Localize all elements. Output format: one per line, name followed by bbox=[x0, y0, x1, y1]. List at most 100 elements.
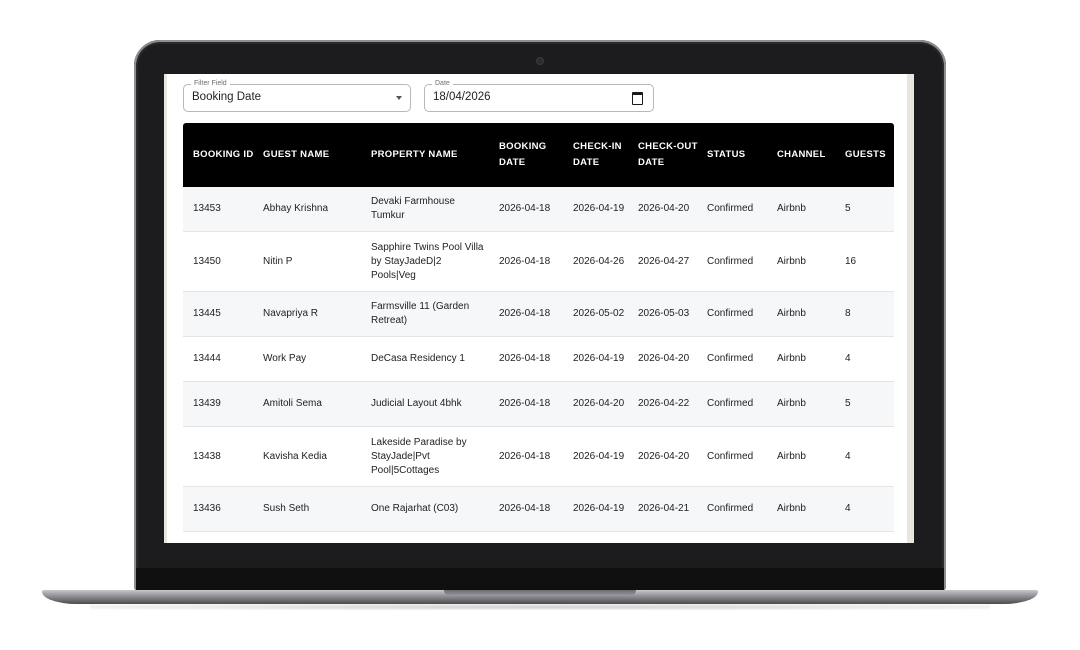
cell-status: Confirmed bbox=[707, 503, 754, 514]
column-header-channel[interactable]: CHANNEL bbox=[777, 123, 839, 187]
cell-booking-date: 2026-04-18 bbox=[499, 532, 563, 543]
cell-check-out-date: 2026-04-27 bbox=[638, 255, 690, 267]
laptop-screen: Filter Field Booking Date Date 18/04/202… bbox=[164, 74, 914, 543]
cell-guests: 5 bbox=[845, 398, 851, 409]
table-row[interactable]: 13444 Work Pay DeCasa Residency 1 2026-0… bbox=[183, 337, 894, 382]
cell-property-name: DeCasa Residency 1 bbox=[371, 353, 465, 364]
cell-guest-name bbox=[263, 532, 363, 543]
cell-booking-id bbox=[193, 532, 255, 543]
column-header-guests[interactable]: GUESTS bbox=[845, 123, 893, 187]
cell-guest-name: Nitin P bbox=[263, 255, 293, 267]
cell-status: Confirmed bbox=[707, 308, 754, 319]
cell-channel: Airbnb bbox=[777, 353, 806, 364]
cell-guests bbox=[845, 532, 893, 543]
cell-guest-name: Amitoli Sema bbox=[263, 398, 322, 409]
cell-status: Confirmed bbox=[707, 450, 754, 462]
column-header-status[interactable]: STATUS bbox=[707, 123, 773, 187]
cell-status: Confirmed bbox=[707, 255, 754, 267]
cell-property-name: One Rajarhat (C03) bbox=[371, 503, 459, 514]
cell-booking-date: 2026-04-18 bbox=[499, 353, 551, 364]
cell-check-out-date: 2026-04-21 bbox=[638, 503, 690, 514]
cell-guest-name: Sush Seth bbox=[263, 503, 310, 514]
camera-icon bbox=[537, 58, 543, 64]
cell-check-out-date: 2026-04-20 bbox=[638, 353, 690, 364]
bookings-table: BOOKING ID GUEST NAME PROPERTY NAME BOOK… bbox=[183, 123, 894, 543]
cell-property-name: Farmsville 11 (Garden Retreat) bbox=[371, 301, 470, 326]
cell-check-in-date: 2026-04-19 bbox=[573, 503, 625, 514]
column-header-guest-name[interactable]: GUEST NAME bbox=[263, 123, 363, 187]
cell-channel: Airbnb bbox=[777, 203, 806, 214]
cell-booking-id: 13444 bbox=[193, 353, 221, 364]
cell-booking-id: 13436 bbox=[193, 503, 221, 514]
cell-booking-id: 13450 bbox=[193, 255, 221, 267]
column-header-booking-date[interactable]: BOOKING DATE bbox=[499, 123, 563, 187]
filter-field-label: Filter Field bbox=[191, 78, 230, 89]
cell-booking-date: 2026-04-18 bbox=[499, 503, 551, 514]
cell-guests: 16 bbox=[845, 255, 857, 267]
cell-booking-date: 2026-04-18 bbox=[499, 308, 551, 319]
cell-guest-name: Navapriya R bbox=[263, 308, 319, 319]
cell-check-out-date: 2026-04-20 bbox=[638, 450, 690, 462]
cell-channel: Airbnb bbox=[777, 398, 806, 409]
cell-check-in-date: 2026-04-20 bbox=[573, 398, 625, 409]
table-row[interactable]: 13436 Sush Seth One Rajarhat (C03) 2026-… bbox=[183, 487, 894, 532]
cell-booking-id: 13453 bbox=[193, 203, 221, 214]
cell-guest-name: Work Pay bbox=[263, 353, 307, 364]
table-row[interactable]: 13453 Abhay Krishna Devaki Farmhouse Tum… bbox=[183, 187, 894, 232]
cell-booking-date: 2026-04-18 bbox=[499, 450, 551, 462]
table-row[interactable]: 13439 Amitoli Sema Judicial Layout 4bhk … bbox=[183, 382, 894, 427]
calendar-icon[interactable] bbox=[632, 92, 643, 105]
table-header: BOOKING ID GUEST NAME PROPERTY NAME BOOK… bbox=[183, 123, 894, 187]
cell-status: Confirmed bbox=[707, 398, 754, 409]
cell-property-name bbox=[371, 532, 491, 543]
cell-booking-id: 13445 bbox=[193, 308, 221, 319]
cell-booking-id: 13438 bbox=[193, 450, 221, 462]
cell-property-name: Judicial Layout 4bhk bbox=[371, 398, 462, 409]
cell-status bbox=[707, 532, 773, 543]
table-row[interactable]: 13438 Kavisha Kedia Lakeside Paradise by… bbox=[183, 427, 894, 487]
cell-guests: 4 bbox=[845, 450, 851, 462]
cell-check-in-date: 2026-05-02 bbox=[573, 308, 625, 319]
chevron-down-icon[interactable] bbox=[396, 96, 402, 100]
table-row[interactable]: 13445 Navapriya R Farmsville 11 (Garden … bbox=[183, 292, 894, 337]
date-label: Date bbox=[432, 78, 453, 89]
cell-guests: 4 bbox=[845, 353, 851, 364]
cell-check-out-date: 2026-04-22 bbox=[638, 398, 690, 409]
cell-property-name: Lakeside Paradise by StayJade|Pvt Pool|5… bbox=[371, 436, 467, 476]
cell-channel: Airbnb bbox=[777, 255, 806, 267]
cell-guest-name: Kavisha Kedia bbox=[263, 450, 327, 462]
date-input[interactable]: Date 18/04/2026 bbox=[424, 78, 654, 112]
cell-channel: Airbnb bbox=[777, 308, 806, 319]
cell-guest-name: Abhay Krishna bbox=[263, 203, 329, 214]
cell-guests: 4 bbox=[845, 503, 851, 514]
cell-property-name: Sapphire Twins Pool Villa by StayJadeD|2… bbox=[371, 241, 484, 281]
cell-check-in-date: 2026-04-19 bbox=[573, 532, 631, 543]
column-header-check-out-date[interactable]: CHECK-OUT DATE bbox=[638, 123, 700, 187]
cell-booking-id: 13439 bbox=[193, 398, 221, 409]
cell-check-in-date: 2026-04-26 bbox=[573, 255, 625, 267]
filter-field-select[interactable]: Filter Field Booking Date bbox=[183, 78, 411, 112]
cell-channel bbox=[777, 532, 839, 543]
cell-booking-date: 2026-04-18 bbox=[499, 203, 551, 214]
cell-check-in-date: 2026-04-19 bbox=[573, 203, 625, 214]
cell-check-out-date: 2026-04-20 bbox=[638, 203, 690, 214]
laptop-shadow bbox=[90, 604, 990, 610]
cell-channel: Airbnb bbox=[777, 450, 806, 462]
cell-booking-date: 2026-04-18 bbox=[499, 255, 551, 267]
cell-check-out-date: 2026-04-20 bbox=[638, 532, 700, 543]
table-row[interactable]: 2026-04-18 2026-04-19 2026-04-20 bbox=[183, 532, 894, 543]
cell-check-out-date: 2026-05-03 bbox=[638, 308, 690, 319]
column-header-property-name[interactable]: PROPERTY NAME bbox=[371, 123, 491, 187]
laptop-chin bbox=[136, 568, 944, 590]
cell-status: Confirmed bbox=[707, 353, 754, 364]
date-value: 18/04/2026 bbox=[433, 91, 491, 103]
cell-status: Confirmed bbox=[707, 203, 754, 214]
column-header-booking-id[interactable]: BOOKING ID bbox=[193, 123, 255, 187]
cell-guests: 5 bbox=[845, 203, 851, 214]
table-row[interactable]: 13450 Nitin P Sapphire Twins Pool Villa … bbox=[183, 232, 894, 292]
column-header-check-in-date[interactable]: CHECK-IN DATE bbox=[573, 123, 631, 187]
cell-booking-date: 2026-04-18 bbox=[499, 398, 551, 409]
cell-check-in-date: 2026-04-19 bbox=[573, 450, 625, 462]
cell-channel: Airbnb bbox=[777, 503, 806, 514]
cell-property-name: Devaki Farmhouse Tumkur bbox=[371, 196, 455, 221]
